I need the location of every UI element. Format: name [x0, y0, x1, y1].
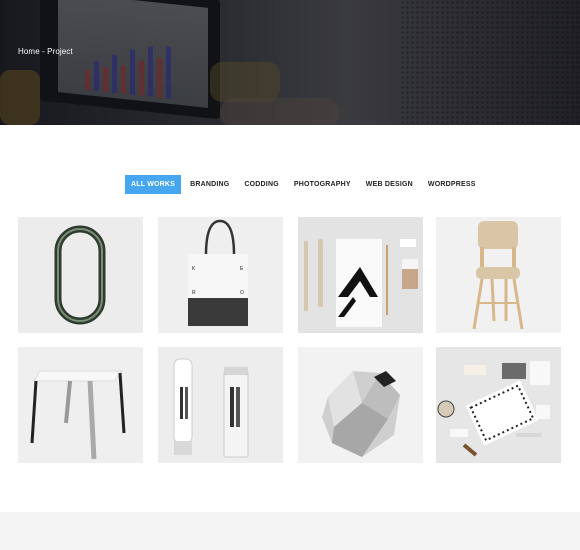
footer-band — [0, 512, 580, 550]
tote-bag-image: K E R O — [158, 217, 283, 333]
portfolio-item-cosmetics[interactable] — [158, 347, 283, 463]
portfolio-filter-bar: ALL WORKS BRANDING CODDING PHOTOGRAPHY W… — [125, 175, 485, 194]
portfolio-item-speaker[interactable] — [298, 347, 423, 463]
svg-text:R: R — [192, 290, 196, 296]
filter-wordpress[interactable]: WORDPRESS — [422, 175, 482, 194]
ring-object-image — [18, 217, 143, 333]
portfolio-item-chair[interactable] — [436, 217, 561, 333]
filter-all-works[interactable]: ALL WORKS — [125, 175, 182, 194]
filter-web-design[interactable]: WEB DESIGN — [360, 175, 419, 194]
hero-overlay — [0, 0, 580, 125]
stool-image — [18, 347, 143, 463]
wooden-chair-image — [436, 217, 561, 333]
breadcrumb: Home - Project — [18, 47, 73, 56]
portfolio-item-cutlery[interactable] — [298, 217, 423, 333]
portfolio-item-stationery[interactable] — [436, 347, 561, 463]
filter-codding[interactable]: CODDING — [238, 175, 284, 194]
portfolio-item-ring[interactable] — [18, 217, 143, 333]
cutlery-stationery-image — [298, 217, 423, 333]
filter-photography[interactable]: PHOTOGRAPHY — [288, 175, 357, 194]
geometric-speaker-image — [298, 347, 423, 463]
stationery-set-image — [436, 347, 561, 463]
hero-banner: Home - Project — [0, 0, 580, 125]
portfolio-item-tote-bag[interactable]: K E R O — [158, 217, 283, 333]
filter-branding[interactable]: BRANDING — [184, 175, 235, 194]
portfolio-item-stool[interactable] — [18, 347, 143, 463]
svg-text:O: O — [240, 290, 244, 296]
cosmetic-tubes-image — [158, 347, 283, 463]
